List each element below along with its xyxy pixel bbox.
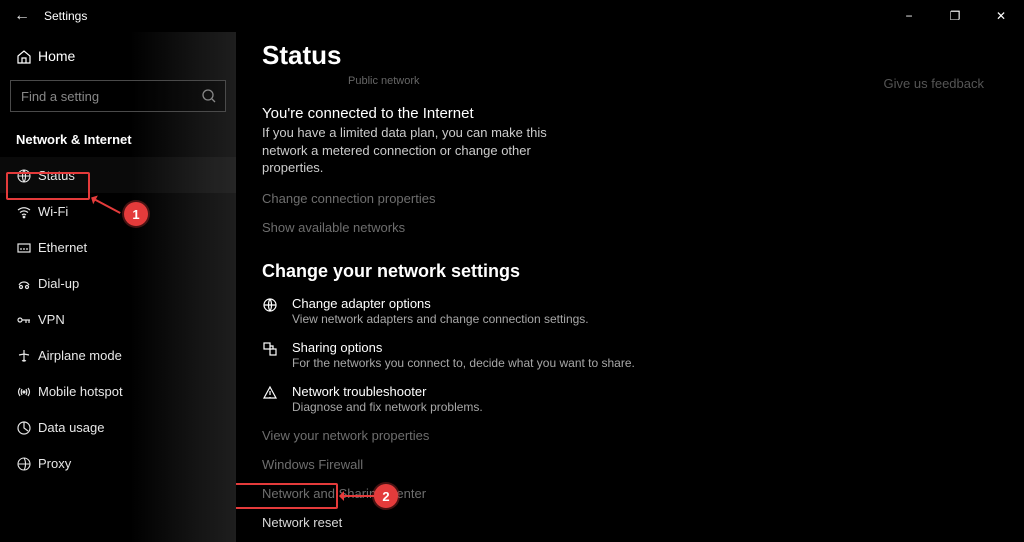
sidebar-item-label: Wi-Fi (38, 204, 68, 219)
windows-firewall-link[interactable]: Windows Firewall (262, 457, 1024, 472)
feedback-link[interactable]: Give us feedback (884, 76, 984, 91)
vpn-icon (16, 310, 38, 327)
sidebar-item-label: Home (38, 48, 75, 64)
dialup-icon (16, 274, 38, 291)
sidebar-item-label: Status (38, 168, 75, 183)
wifi-icon (16, 202, 38, 219)
sidebar-item-status[interactable]: Status (0, 157, 236, 193)
sidebar-category: Network & Internet (0, 118, 236, 157)
sidebar-item-hotspot[interactable]: Mobile hotspot (0, 373, 236, 409)
title-bar: ← Settings − ❐ ✕ (0, 0, 1024, 32)
search-input[interactable] (19, 88, 201, 105)
option-title: Sharing options (292, 340, 635, 355)
home-icon (16, 47, 38, 64)
change-settings-heading: Change your network settings (262, 261, 1024, 282)
sidebar-item-ethernet[interactable]: Ethernet (0, 229, 236, 265)
sidebar-item-label: Data usage (38, 420, 105, 435)
close-button[interactable]: ✕ (978, 0, 1024, 32)
globe-icon (16, 166, 38, 183)
sidebar-item-label: VPN (38, 312, 65, 327)
network-reset-link[interactable]: Network reset (262, 515, 1024, 530)
sidebar-item-label: Dial-up (38, 276, 79, 291)
option-desc: Diagnose and fix network problems. (292, 400, 483, 414)
option-adapter[interactable]: Change adapter options View network adap… (262, 296, 1024, 326)
data-icon (16, 418, 38, 435)
sidebar-item-label: Airplane mode (38, 348, 122, 363)
page-title: Status (262, 40, 1024, 71)
change-connection-properties-link[interactable]: Change connection properties (262, 191, 1024, 206)
window-title: Settings (44, 9, 87, 23)
warning-icon (262, 384, 292, 414)
ethernet-icon (16, 238, 38, 255)
sidebar-item-vpn[interactable]: VPN (0, 301, 236, 337)
restore-button[interactable]: ❐ (932, 0, 978, 32)
search-icon (201, 88, 217, 105)
sidebar-item-dialup[interactable]: Dial-up (0, 265, 236, 301)
minimize-button[interactable]: − (886, 0, 932, 32)
sidebar-item-label: Ethernet (38, 240, 87, 255)
sidebar-item-home[interactable]: Home (0, 38, 236, 74)
annotation-badge-2: 2 (374, 484, 398, 508)
sharing-icon (262, 340, 292, 370)
connection-status-title: You're connected to the Internet (262, 105, 1024, 122)
sidebar-item-label: Mobile hotspot (38, 384, 123, 399)
sidebar-item-label: Proxy (38, 456, 71, 471)
airplane-icon (16, 346, 38, 363)
option-desc: For the networks you connect to, decide … (292, 356, 635, 370)
adapter-icon (262, 296, 292, 326)
sidebar-item-airplane[interactable]: Airplane mode (0, 337, 236, 373)
option-desc: View network adapters and change connect… (292, 312, 589, 326)
annotation-badge-1: 1 (124, 202, 148, 226)
option-sharing[interactable]: Sharing options For the networks you con… (262, 340, 1024, 370)
sidebar-item-proxy[interactable]: Proxy (0, 445, 236, 481)
search-box[interactable] (10, 80, 226, 112)
option-title: Change adapter options (292, 296, 589, 311)
hotspot-icon (16, 382, 38, 399)
connection-status-desc: If you have a limited data plan, you can… (262, 124, 592, 177)
view-network-properties-link[interactable]: View your network properties (262, 428, 1024, 443)
back-button[interactable]: ← (0, 7, 44, 25)
sidebar: Home Network & Internet Status Wi-Fi Eth… (0, 32, 236, 542)
main-content: Status Public network Give us feedback Y… (236, 32, 1024, 542)
show-available-networks-link[interactable]: Show available networks (262, 220, 1024, 235)
option-title: Network troubleshooter (292, 384, 483, 399)
proxy-icon (16, 454, 38, 471)
annotation-arrow-2 (340, 495, 374, 497)
option-troubleshooter[interactable]: Network troubleshooter Diagnose and fix … (262, 384, 1024, 414)
sidebar-item-datausage[interactable]: Data usage (0, 409, 236, 445)
